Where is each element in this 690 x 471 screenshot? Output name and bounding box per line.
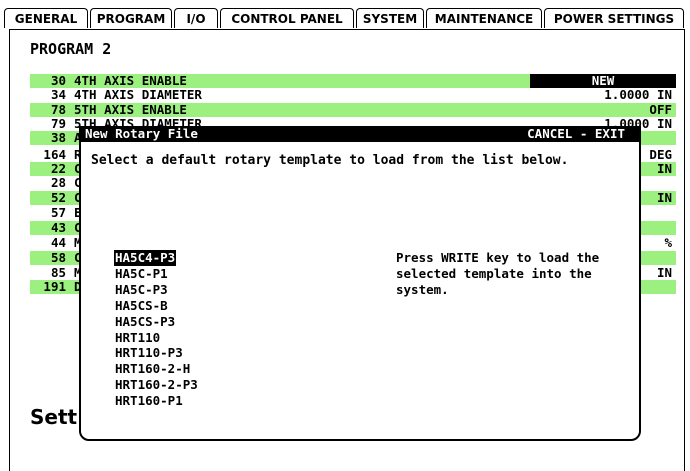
template-item[interactable]: HRT110-P3 [114,345,199,361]
setting-number: 79 [50,116,66,131]
tab-maintenance[interactable]: MAINTENANCE [426,8,542,28]
setting-name: 4TH AXIS ENABLE [74,73,187,88]
template-list[interactable]: HA5C4-P3 HA5C-P1 HA5C-P3 HA5CS-B HA5CS-P3 HRT… [114,250,199,409]
setting-value: IN [656,265,672,280]
setting-number: 57 [50,205,66,220]
template-item[interactable]: HRT160-2-P3 [114,377,199,393]
tab-general[interactable]: GENERAL [4,8,88,28]
template-item[interactable]: HA5C4-P3 [114,250,177,266]
template-item[interactable]: HRT110 [114,330,199,346]
tab-control-panel[interactable]: CONTROL PANEL [220,8,354,28]
setting-name: 5TH AXIS ENABLE [74,102,187,117]
setting-row[interactable]: 34 4TH AXIS DIAMETER 1.0000 IN [30,88,676,102]
setting-row[interactable]: 78 5TH AXIS ENABLE OFF [30,103,676,117]
setting-number: 44 [50,235,66,250]
setting-number: 58 [50,250,66,265]
setting-value: OFF [649,102,672,117]
setting-value: 1.0000 IN [604,87,672,102]
dialog-title: New Rotary File [85,126,198,141]
tab-power-settings[interactable]: POWER SETTINGS [544,8,684,28]
tab-system[interactable]: SYSTEM [356,8,424,28]
setting-value: NEW [530,74,676,88]
setting-value: IN [656,190,672,205]
setting-number: 43 [50,220,66,235]
setting-number: 191 [43,279,66,294]
setting-number: 28 [50,175,66,190]
template-item[interactable]: HRT160-2-H [114,361,199,377]
setting-number: 85 [50,265,66,280]
cancel-exit-button[interactable]: CANCEL - EXIT [527,126,625,142]
template-item[interactable]: HA5C-P3 [114,282,199,298]
new-rotary-file-dialog: New Rotary File CANCEL - EXIT Select a d… [79,126,641,441]
dialog-message: Select a default rotary template to load… [91,153,569,168]
tab-io[interactable]: I/O [174,8,218,28]
setting-value: IN [656,161,672,176]
setting-number: 78 [50,102,66,117]
template-item[interactable]: HA5CS-B [114,298,199,314]
setting-name: 4TH AXIS DIAMETER [74,87,202,102]
tab-program[interactable]: PROGRAM [90,8,172,28]
dialog-hint: Press WRITE key to load the selected tem… [396,250,600,297]
setting-value: % [664,235,672,250]
setting-number: 22 [50,161,66,176]
setting-value: DEG [649,147,672,162]
setting-number: 38 [50,130,66,145]
setting-row[interactable]: 30 4TH AXIS ENABLE NEW [30,74,676,88]
template-item[interactable]: HA5CS-P3 [114,314,199,330]
dialog-title-bar: New Rotary File CANCEL - EXIT [79,126,641,142]
setting-number: 30 [50,73,66,88]
template-item[interactable]: HA5C-P1 [114,266,199,282]
setting-number: 164 [43,147,66,162]
setting-number: 34 [50,87,66,102]
page-title: PROGRAM 2 [30,40,112,58]
template-item[interactable]: HRT160-P1 [114,393,199,409]
setting-number: 52 [50,190,66,205]
settings-label: Sett [30,405,78,429]
